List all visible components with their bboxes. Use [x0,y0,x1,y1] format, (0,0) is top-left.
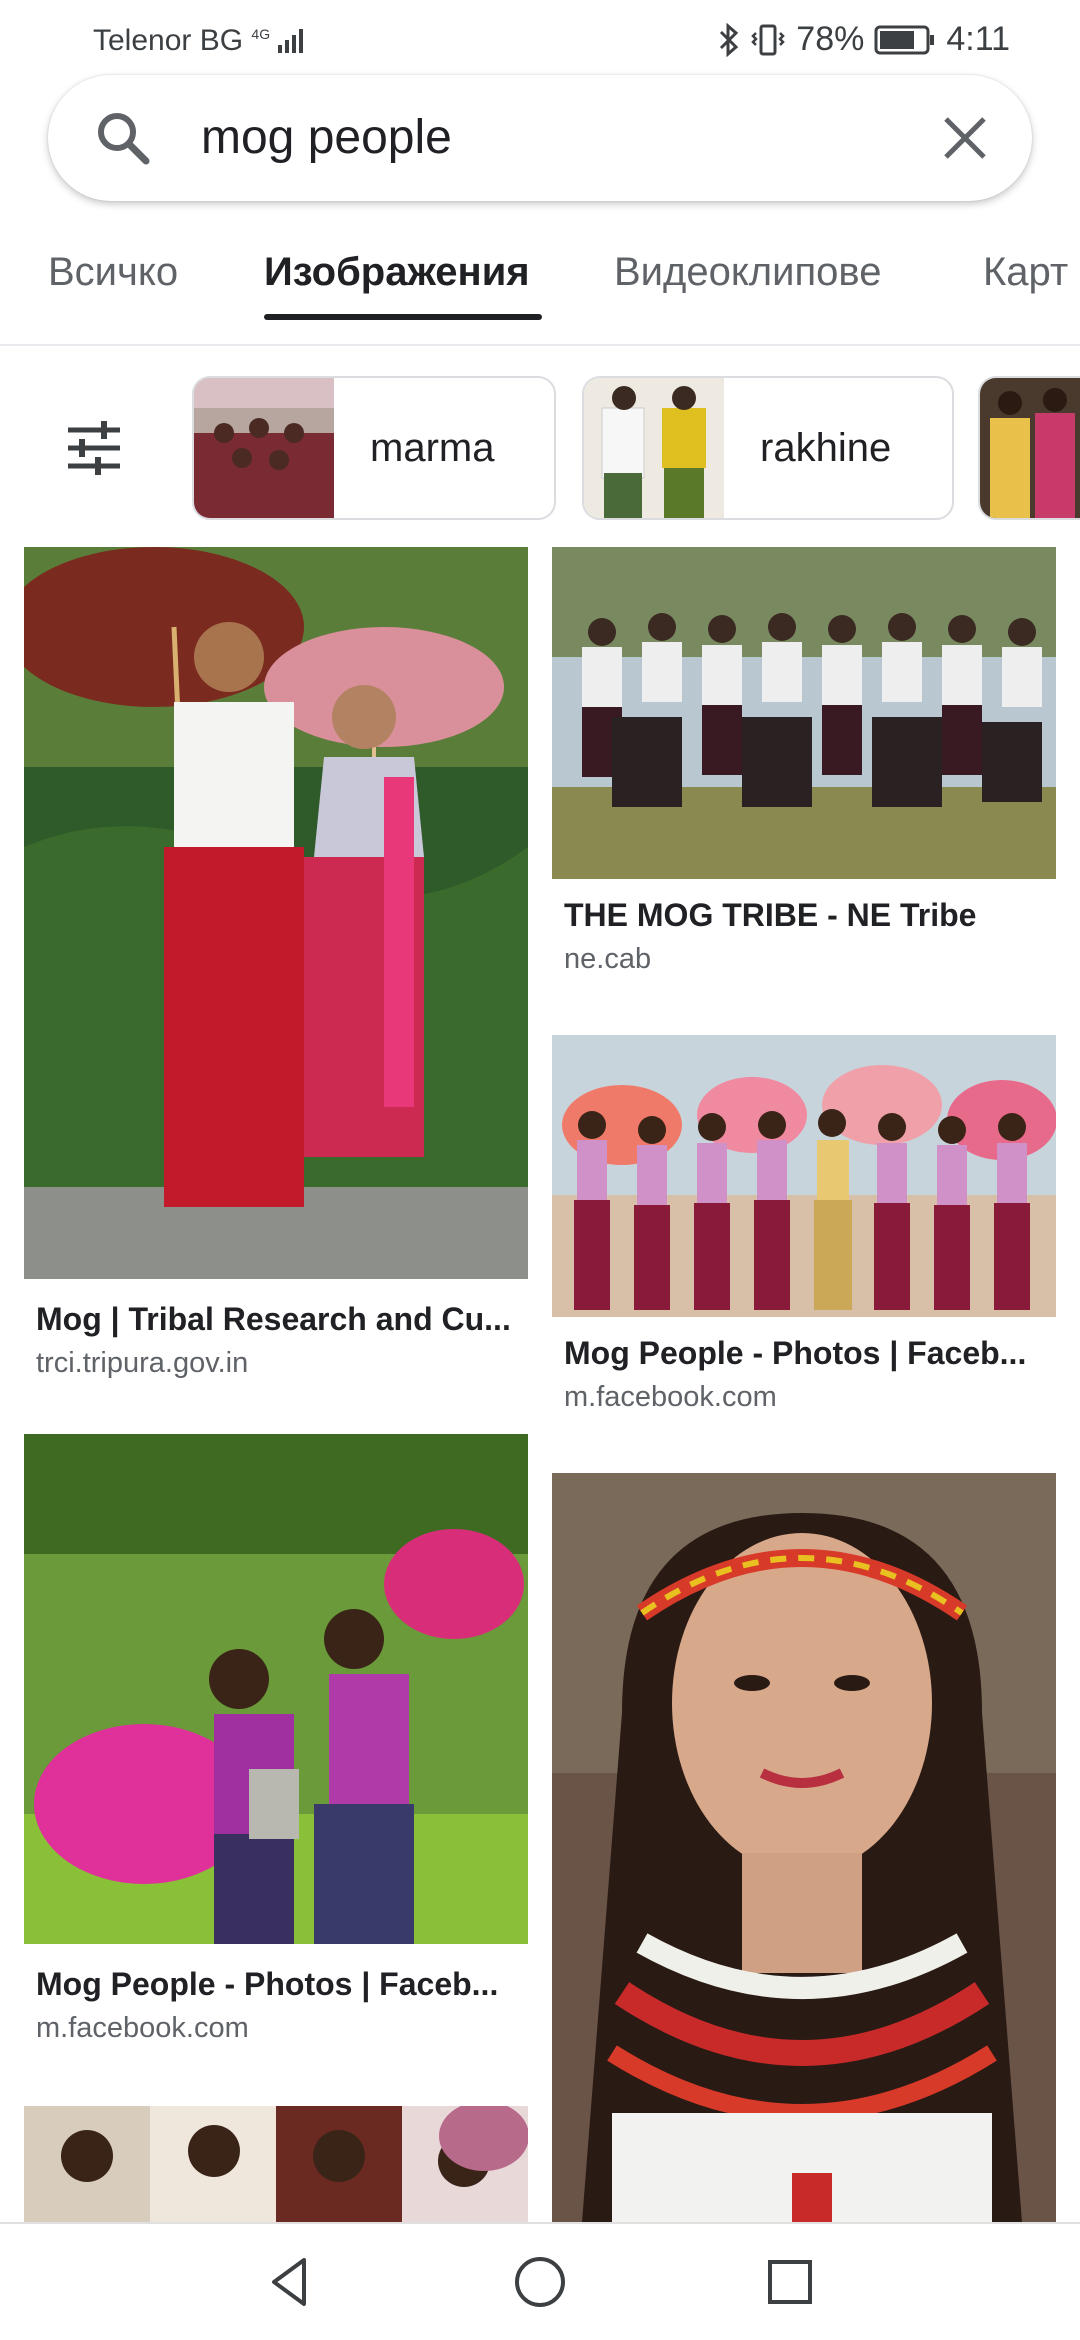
clock: 4:11 [946,20,1010,58]
carrier-name: Telenor BG [93,24,244,57]
image-women-pink-umbrellas [24,1434,528,1944]
result-title[interactable]: Mog | Tribal Research and Cu... [36,1301,526,1338]
chip-thumbnail [980,378,1080,518]
status-bar: Telenor BG 4G 78% 4:11 [0,0,1080,84]
recents-icon[interactable] [760,2252,820,2312]
tabs-divider [0,344,1080,346]
result-image[interactable] [552,547,1056,879]
result-domain: m.facebook.com [36,2012,249,2044]
result-image[interactable] [24,2106,528,2222]
close-icon[interactable] [932,105,998,171]
search-tabs: Всичко Изображения Видеоклипове Карт [0,228,1080,324]
image-group-tribe [552,547,1056,879]
signal-icon [278,29,304,53]
chip-thumbnail [584,378,724,518]
tab-all[interactable]: Всичко [48,250,178,295]
chip-label: rakhine [760,425,892,470]
result-title[interactable]: THE MOG TRIBE - NE Tribe [564,897,1054,934]
battery-percent: 78% [796,20,865,58]
image-women-umbrellas-beach [552,1035,1056,1317]
search-icon[interactable] [90,105,156,171]
result-image[interactable] [552,1473,1056,2222]
carrier-label: Telenor BG 4G [93,24,308,58]
result-title[interactable]: Mog People - Photos | Faceb... [564,1335,1054,1372]
result-domain: m.facebook.com [564,1381,777,1413]
home-icon[interactable] [510,2252,570,2312]
image-woman-portrait-headband [552,1473,1056,2222]
tab-images[interactable]: Изображения [264,250,530,295]
result-image[interactable] [24,1434,528,1944]
image-result-card[interactable]: THE MOG TRIBE - NE Tribe ne.cab [552,547,1056,987]
result-domain: ne.cab [564,943,652,975]
back-icon[interactable] [260,2252,320,2312]
image-result-card[interactable] [24,2106,528,2222]
image-couple-umbrellas [24,547,528,1279]
image-result-card[interactable]: Mog People - Photos | Faceb... m.faceboo… [552,1035,1056,1435]
filter-icon[interactable] [64,418,124,478]
chip-rakhine[interactable]: rakhine [582,376,954,520]
search-input[interactable]: mog people [201,105,452,171]
image-result-card[interactable] [552,1473,1056,2222]
image-result-card[interactable]: Mog | Tribal Research and Cu... trci.tri… [24,547,528,1397]
result-title[interactable]: Mog People - Photos | Faceb... [36,1966,526,2003]
result-domain: trci.tripura.gov.in [36,1347,249,1379]
search-bar[interactable]: mog people [48,75,1032,201]
chip-marma[interactable]: marma [192,376,556,520]
image-women-portraits [24,2106,528,2222]
bluetooth-icon [720,22,739,57]
tab-videos[interactable]: Видеоклипове [614,250,881,295]
chip-more[interactable] [978,376,1080,520]
result-image[interactable] [24,547,528,1279]
tab-maps[interactable]: Карт [983,250,1068,295]
chip-label: marma [370,425,495,470]
system-navigation-bar [0,2222,1080,2340]
battery-icon [874,25,935,54]
vibrate-icon [751,24,786,55]
image-result-card[interactable]: Mog People - Photos | Faceb... m.faceboo… [24,1434,528,2074]
result-image[interactable] [552,1035,1056,1317]
network-type: 4G [251,26,271,42]
chip-thumbnail [194,378,334,518]
active-tab-indicator [264,314,542,320]
